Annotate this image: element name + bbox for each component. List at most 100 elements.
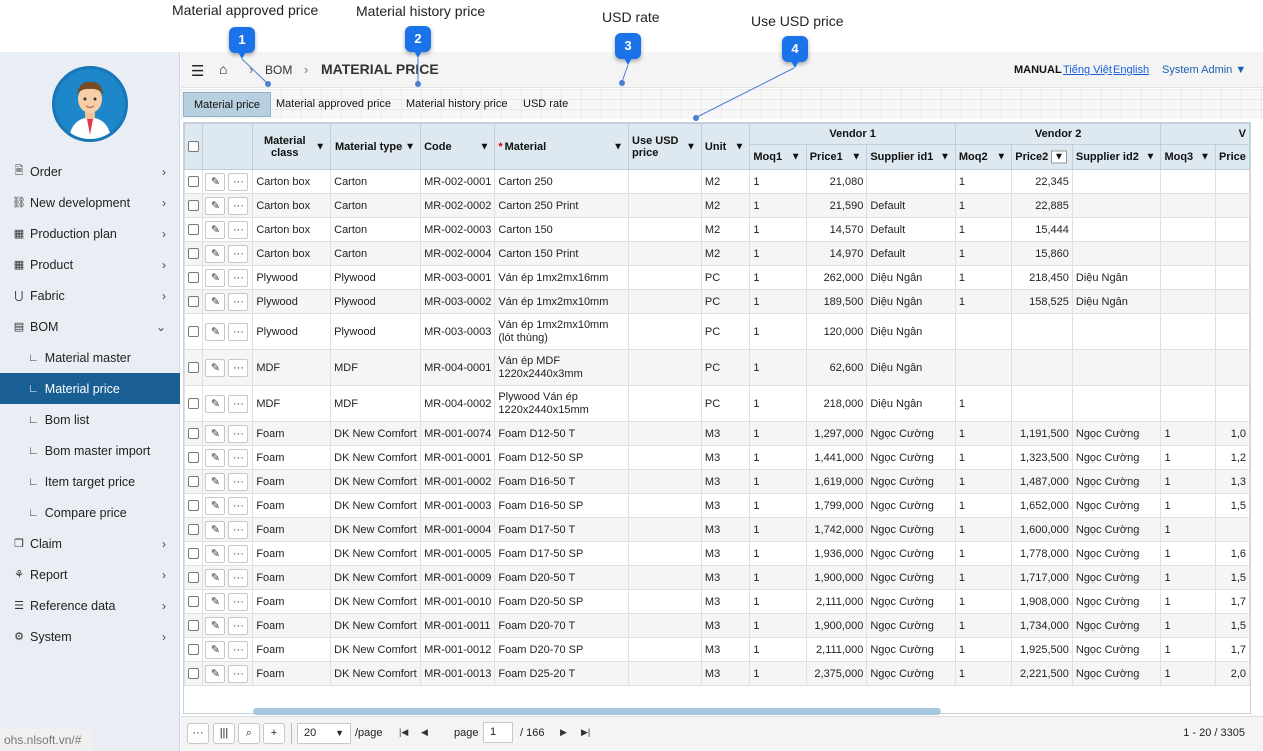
table-cell[interactable]	[628, 613, 702, 638]
table-cell[interactable]: 158,525	[1011, 289, 1073, 314]
table-cell[interactable]: 1	[749, 637, 807, 662]
table-cell[interactable]: Foam D20-50 T	[494, 565, 630, 590]
sidebar-item-product[interactable]: ▦ Product ›	[0, 249, 180, 280]
more-icon[interactable]: ···	[228, 322, 249, 341]
table-cell[interactable]: Carton	[330, 169, 422, 194]
row-checkbox[interactable]	[188, 248, 200, 260]
row-checkbox[interactable]	[188, 398, 200, 410]
table-cell[interactable]: MR-001-0013	[420, 661, 496, 686]
table-cell[interactable]: Foam D16-50 T	[494, 469, 630, 494]
tab-material-history-price[interactable]: Material history price	[396, 92, 517, 117]
table-row[interactable]: ✎ ··· Foam DK New Comfort MR-001-0013 Foam D2…	[184, 661, 1250, 686]
table-cell[interactable]	[628, 385, 702, 422]
table-cell[interactable]: 1,717,000	[1011, 565, 1073, 590]
table-cell[interactable]: DK New Comfort	[330, 517, 422, 542]
table-cell[interactable]	[1160, 241, 1216, 266]
table-cell[interactable]: Ván ép 1mx2mx10mm (lót thùng)	[494, 313, 630, 350]
table-cell[interactable]: 1	[954, 289, 1013, 314]
table-cell[interactable]: 1,799,000	[805, 493, 868, 518]
table-cell[interactable]: Ngọc Cường	[866, 589, 956, 614]
filter-icon[interactable]: ▼	[479, 141, 489, 152]
filter-icon[interactable]: ▼	[1146, 152, 1156, 163]
table-cell[interactable]: 1	[749, 493, 807, 518]
table-cell[interactable]: 1	[954, 613, 1013, 638]
table-row[interactable]: ✎ ··· Foam DK New Comfort MR-001-0011 Foam D2…	[184, 613, 1250, 638]
more-icon[interactable]: ···	[228, 244, 249, 263]
table-cell[interactable]: 218,450	[1011, 265, 1073, 290]
table-cell[interactable]: 1	[749, 265, 807, 290]
table-cell[interactable]: MR-001-0012	[420, 637, 496, 662]
table-cell[interactable]: Carton 250 Print	[494, 193, 630, 218]
table-cell[interactable]: PC	[700, 313, 751, 350]
table-cell[interactable]: 1	[1160, 661, 1216, 686]
table-cell[interactable]: Ngọc Cường	[866, 565, 956, 590]
sidebar-subitem-item-target-price[interactable]: ∟ Item target price	[0, 466, 180, 497]
first-page-icon[interactable]: |◀	[399, 727, 408, 738]
select-all-checkbox[interactable]	[188, 141, 200, 153]
table-cell[interactable]: MR-001-0074	[420, 421, 496, 446]
table-cell[interactable]: MR-001-0003	[420, 493, 496, 518]
row-checkbox[interactable]	[188, 428, 200, 440]
edit-icon[interactable]: ✎	[205, 322, 226, 341]
table-cell[interactable]: 1	[749, 517, 807, 542]
table-cell[interactable]: 1	[749, 541, 807, 566]
table-cell[interactable]: Ngọc Cường	[1071, 517, 1162, 542]
table-cell[interactable]: 1,5	[1214, 565, 1250, 590]
hamburger-icon[interactable]: ☰	[191, 62, 204, 80]
table-cell[interactable]: Ngọc Cường	[1071, 421, 1162, 446]
sidebar-item-reference-data[interactable]: ☰ Reference data ›	[0, 590, 180, 621]
table-cell[interactable]: DK New Comfort	[330, 421, 422, 446]
table-cell[interactable]: 1	[954, 421, 1013, 446]
table-cell[interactable]: M3	[700, 421, 751, 446]
table-cell[interactable]: Ngọc Cường	[866, 421, 956, 446]
table-cell[interactable]	[628, 289, 702, 314]
table-cell[interactable]	[628, 493, 702, 518]
header-price3[interactable]: Price	[1214, 144, 1250, 170]
edit-icon[interactable]: ✎	[205, 196, 226, 215]
sidebar-item-system[interactable]: ⚙ System ›	[0, 621, 180, 652]
table-cell[interactable]	[628, 445, 702, 470]
sidebar-subitem-compare-price[interactable]: ∟ Compare price	[0, 497, 180, 528]
table-cell[interactable]: PC	[700, 349, 751, 386]
table-cell[interactable]: Foam D12-50 SP	[494, 445, 630, 470]
filter-icon[interactable]: ▼	[791, 152, 801, 163]
table-cell[interactable]	[1214, 313, 1250, 350]
table-cell[interactable]: Ngọc Cường	[1071, 493, 1162, 518]
edit-icon[interactable]: ✎	[205, 292, 226, 311]
table-cell[interactable]	[628, 565, 702, 590]
table-cell[interactable]: M2	[700, 241, 751, 266]
table-cell[interactable]: DK New Comfort	[330, 541, 422, 566]
row-checkbox[interactable]	[188, 272, 200, 284]
edit-icon[interactable]: ✎	[205, 394, 226, 413]
table-cell[interactable]: Foam	[252, 565, 332, 590]
table-cell[interactable]: 120,000	[805, 313, 868, 350]
table-cell[interactable]: Ngọc Cường	[866, 517, 956, 542]
header-code[interactable]: Code ▼	[420, 123, 496, 170]
row-checkbox[interactable]	[188, 596, 200, 608]
table-cell[interactable]: Foam	[252, 637, 332, 662]
more-icon[interactable]: ···	[228, 592, 249, 611]
table-cell[interactable]: Ngọc Cường	[1071, 565, 1162, 590]
edit-icon[interactable]: ✎	[205, 496, 226, 515]
table-cell[interactable]: Foam D20-70 SP	[494, 637, 630, 662]
table-cell[interactable]: Ngọc Cường	[1071, 469, 1162, 494]
table-cell[interactable]: DK New Comfort	[330, 445, 422, 470]
table-cell[interactable]	[628, 313, 702, 350]
filter-active-icon[interactable]: ▼	[1050, 150, 1067, 164]
row-checkbox[interactable]	[188, 224, 200, 236]
table-cell[interactable]: 1	[749, 313, 807, 350]
table-cell[interactable]: M3	[700, 445, 751, 470]
table-cell[interactable]: 1,0	[1214, 421, 1250, 446]
table-cell[interactable]: DK New Comfort	[330, 589, 422, 614]
sidebar-subitem-material-master[interactable]: ∟ Material master	[0, 342, 180, 373]
table-row[interactable]: ✎ ··· Foam DK New Comfort MR-001-0004 Foam D1…	[184, 517, 1250, 542]
table-cell[interactable]: 21,080	[805, 169, 868, 194]
table-row[interactable]: ✎ ··· Carton box Carton MR-002-0003 Carton 15…	[184, 217, 1250, 242]
table-cell[interactable]: 1	[1160, 637, 1216, 662]
table-cell[interactable]: 1	[954, 469, 1013, 494]
table-cell[interactable]: MR-002-0001	[420, 169, 496, 194]
table-cell[interactable]: 1	[1160, 493, 1216, 518]
table-cell[interactable]: 1,734,000	[1011, 613, 1073, 638]
table-cell[interactable]: Ngọc Cường	[1071, 637, 1162, 662]
table-cell[interactable]: 22,345	[1011, 169, 1073, 194]
